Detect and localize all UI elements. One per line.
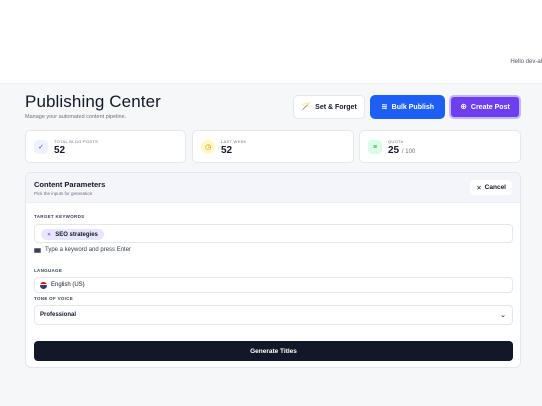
keyboard-icon <box>34 247 41 253</box>
tone-value: Professional <box>40 312 77 318</box>
close-icon: ✕ <box>476 184 482 192</box>
stat-card-last-week: ◷ LAST WEEK 52 <box>192 130 354 163</box>
page-subtitle: Manage your automated content pipeline. <box>25 114 127 120</box>
cancel-button[interactable]: ✕ Cancel <box>470 180 512 195</box>
create-post-button[interactable]: ⊕ Create Post <box>449 95 521 119</box>
cancel-label: Cancel <box>484 184 506 191</box>
generate-titles-button[interactable]: Generate Titles <box>34 341 513 361</box>
set-forget-button[interactable]: 🪄 Set & Forget <box>293 95 365 119</box>
magic-wand-icon: 🪄 <box>301 102 312 111</box>
bulk-publish-label: Bulk Publish <box>391 103 435 111</box>
keyword-hint-text: Type a keyword and press Enter <box>45 247 132 253</box>
stat-card-quota: ≡ QUOTA 25 / 100 <box>359 130 521 163</box>
stat-card-total-posts: ✓ TOTAL BLOG POSTS 52 <box>25 130 186 163</box>
stat-label: LAST WEEK <box>221 139 247 144</box>
keywords-label: TARGET KEYWORDS <box>34 214 85 219</box>
top-bar: Hello dev-al <box>0 0 542 84</box>
stack-icon: ≋ <box>380 102 388 111</box>
panel-title: Content Parameters <box>34 180 106 189</box>
us-flag-icon <box>40 281 47 289</box>
tone-select[interactable]: Professional ⌄ <box>34 305 513 325</box>
stat-value: 52 <box>54 145 66 156</box>
create-post-label: Create Post <box>470 103 510 111</box>
content-parameters-panel: Content Parameters Pick the inputs for g… <box>25 172 521 368</box>
stat-label: TOTAL BLOG POSTS <box>54 139 99 144</box>
page-title: Publishing Center <box>25 92 161 111</box>
keyword-chip: ✕ SEO strategies <box>41 229 104 240</box>
language-select[interactable]: English (US) <box>34 277 513 293</box>
chevron-down-icon: ⌄ <box>500 312 506 319</box>
bulk-publish-button[interactable]: ≋ Bulk Publish <box>370 95 445 119</box>
keywords-input[interactable]: ✕ SEO strategies <box>34 224 513 243</box>
keyword-hint: Type a keyword and press Enter <box>34 247 131 253</box>
stat-value: 52 <box>221 145 233 156</box>
language-value: English (US) <box>51 282 85 288</box>
stat-label: QUOTA <box>388 139 404 144</box>
remove-chip-icon[interactable]: ✕ <box>47 232 51 238</box>
check-icon: ✓ <box>34 140 48 154</box>
quota-used: 25 <box>388 145 400 156</box>
stat-value: 25 / 100 <box>388 145 415 156</box>
panel-subtitle: Pick the inputs for generation <box>34 191 93 196</box>
user-greeting[interactable]: Hello dev-al <box>510 59 542 65</box>
quota-total: / 100 <box>401 149 416 155</box>
panel-header: Content Parameters Pick the inputs for g… <box>26 173 520 203</box>
database-icon: ≡ <box>368 140 382 154</box>
tone-label: TONE OF VOICE <box>34 296 74 301</box>
set-forget-label: Set & Forget <box>315 103 357 111</box>
keyword-chip-label: SEO strategies <box>55 231 98 238</box>
language-label: LANGUAGE <box>34 268 63 273</box>
plus-circle-icon: ⊕ <box>460 102 467 111</box>
clock-icon: ◷ <box>201 140 215 154</box>
